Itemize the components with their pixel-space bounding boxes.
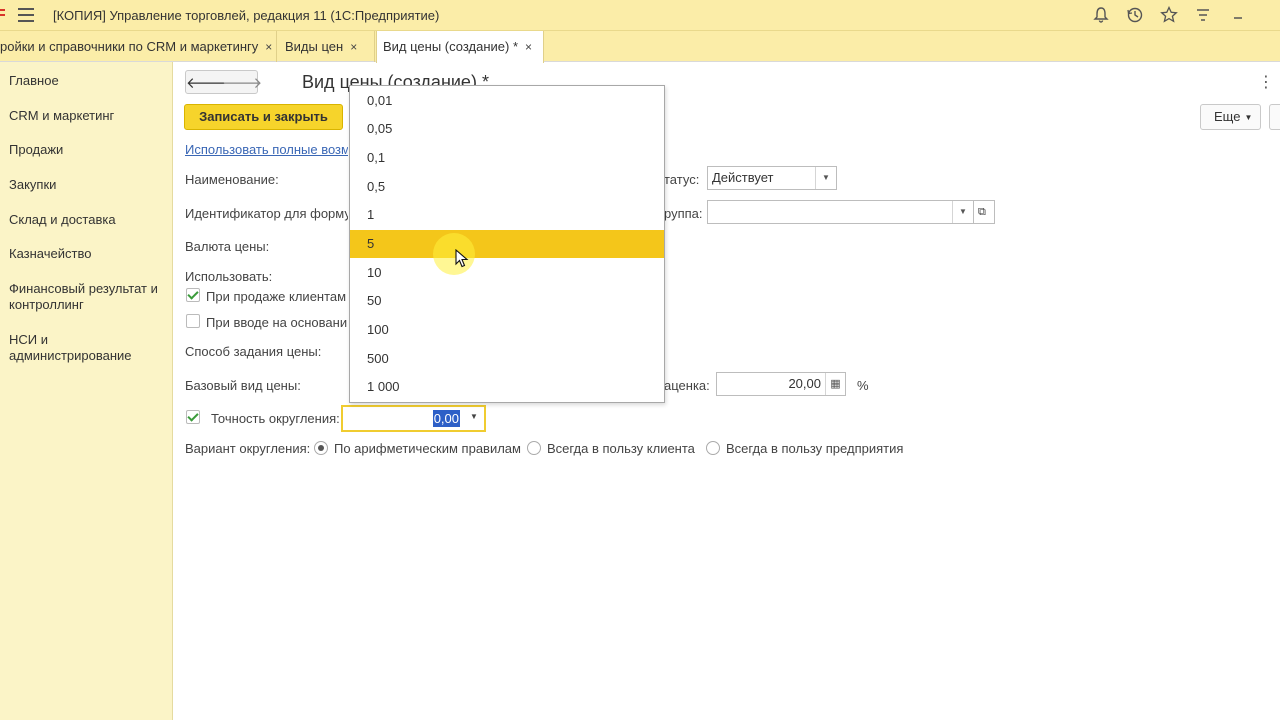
history-icon[interactable] [1125,6,1145,26]
dropdown-option-selected[interactable]: 5 [350,230,664,258]
bell-icon[interactable] [1091,6,1111,26]
sidebar-item-treasury[interactable]: Казначейство [9,246,169,262]
status-select[interactable]: Действует ▼ [707,166,837,190]
sidebar-item-admin[interactable]: НСИ и администрирование [9,332,169,364]
tab-label: Вид цены (создание) * [383,39,519,54]
chevron-down-icon: ▼ [1244,112,1253,122]
close-icon[interactable]: × [265,32,272,63]
filter-icon[interactable] [1193,6,1213,26]
currency-label: Валюта цены: [185,239,270,254]
minimize-icon[interactable] [1228,6,1248,26]
use-input-checkbox[interactable] [186,314,200,328]
more-button-label: Еще [1214,109,1241,124]
radio-arithmetic[interactable] [314,441,328,455]
star-icon[interactable] [1159,5,1179,26]
more-button[interactable]: Еще ▼ [1200,104,1261,130]
chevron-down-icon[interactable]: ▼ [466,412,482,421]
use-label: Использовать: [185,269,273,284]
markup-label: аценка: [664,378,710,393]
dropdown-option[interactable]: 0,5 [350,173,664,201]
sidebar-item-sales[interactable]: Продажи [9,142,169,158]
radio-arithmetic-label: По арифметическим правилам [334,441,521,456]
rounding-precision-field[interactable]: 0,00 ▼ [341,405,486,432]
forward-arrow-icon[interactable]: 🡒 [222,73,262,92]
close-icon[interactable]: × [350,32,357,63]
tab-crm-settings[interactable]: ройки и справочники по CRM и маркетингу × [0,31,277,62]
tab-label: Виды цен [285,39,344,54]
dropdown-option[interactable]: 100 [350,316,664,344]
save-and-close-button[interactable]: Записать и закрыть [184,104,343,130]
markup-value: 20,00 [788,376,821,391]
group-label: руппа: [664,206,703,221]
use-input-label: При вводе на основани [206,315,348,330]
dropdown-option[interactable]: 1 000 [350,373,664,401]
markup-field[interactable]: 20,00 ▦ [716,372,846,396]
radio-company-label: Всегда в пользу предприятия [726,441,904,456]
nav-buttons: 🡐 🡒 [185,70,262,94]
percent-sign: % [857,378,869,393]
help-button[interactable] [1269,104,1280,130]
rounding-variant-label: Вариант округления: [185,441,311,456]
title-bar: [КОПИЯ] Управление торговлей, редакция 1… [0,0,1280,31]
more-vertical-icon[interactable]: ⋮ [1258,72,1274,92]
identifier-label: Идентификатор для форму [185,206,348,221]
method-label: Способ задания цены: [185,344,322,359]
open-group-button[interactable]: ⧉ [973,200,995,224]
sidebar-item-finance[interactable]: Финансовый результат и контроллинг [9,281,169,313]
tab-price-types[interactable]: Виды цен × [279,31,375,62]
window-title: [КОПИЯ] Управление торговлей, редакция 1… [53,8,440,23]
base-price-label: Базовый вид цены: [185,378,301,393]
open-icon: ⧉ [978,206,986,218]
dropdown-option[interactable]: 50 [350,287,664,315]
calculator-icon[interactable]: ▦ [825,373,845,395]
radio-client-label: Всегда в пользу клиента [547,441,695,456]
app-logo-icon [0,9,6,21]
rounding-dropdown-list: 0,01 0,05 0,1 0,5 1 5 10 50 100 500 1 00… [349,85,665,403]
close-icon[interactable]: × [525,32,532,63]
mouse-cursor-icon [455,249,469,268]
chevron-down-icon[interactable]: ▼ [815,167,836,189]
dropdown-option[interactable]: 0,05 [350,115,664,143]
back-arrow-icon[interactable]: 🡐 [186,73,226,92]
dropdown-option[interactable]: 1 [350,201,664,229]
radio-client[interactable] [527,441,541,455]
full-features-link[interactable]: Использовать полные возм [185,142,348,157]
dropdown-option[interactable]: 10 [350,259,664,287]
tab-price-type-create[interactable]: Вид цены (создание) * × [376,31,544,63]
status-label: татус: [664,172,700,187]
use-sales-checkbox[interactable] [186,288,200,302]
rounding-label: Точность округления: [211,411,340,426]
hamburger-menu-icon[interactable] [18,8,34,22]
chevron-down-icon[interactable]: ▼ [952,201,973,223]
status-value: Действует [712,170,774,185]
sidebar-item-warehouse[interactable]: Склад и доставка [9,212,169,228]
name-label: Наименование: [185,172,279,187]
radio-company[interactable] [706,441,720,455]
sidebar-item-main[interactable]: Главное [9,73,169,89]
dropdown-option[interactable]: 0,1 [350,144,664,172]
sidebar: Главное CRM и маркетинг Продажи Закупки … [0,62,173,720]
sidebar-item-purchases[interactable]: Закупки [9,177,169,193]
group-select[interactable]: ▼ [707,200,974,224]
dropdown-option[interactable]: 500 [350,345,664,373]
sidebar-item-crm[interactable]: CRM и маркетинг [9,108,169,124]
dropdown-option[interactable]: 0,01 [350,87,664,115]
rounding-checkbox[interactable] [186,410,200,424]
rounding-value: 0,00 [432,410,460,427]
tabs-bar: ройки и справочники по CRM и маркетингу ×… [0,31,1280,63]
tab-label: ройки и справочники по CRM и маркетингу [0,39,259,54]
use-sales-label: При продаже клиентам [206,289,347,304]
